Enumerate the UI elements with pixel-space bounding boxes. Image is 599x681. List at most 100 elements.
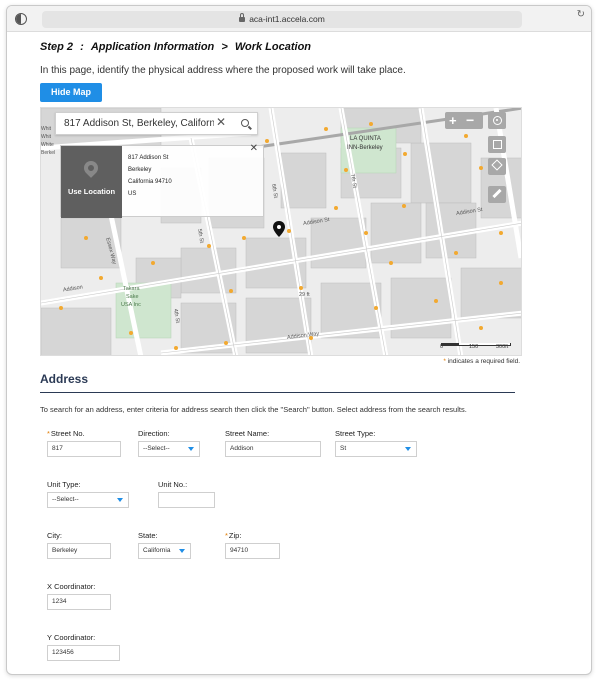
popup-address-line: California 94710 [128, 179, 172, 185]
direction-select[interactable]: --Select-- [138, 441, 200, 457]
street-type-label: Street Type: [335, 429, 376, 438]
chevron-down-icon [179, 549, 185, 553]
map-label-inn-berkeley: INN-Berkeley [347, 145, 383, 151]
city-input[interactable]: Berkeley [47, 543, 111, 559]
street-name-label: Street Name: [225, 429, 270, 438]
unit-type-label: Unit Type: [47, 480, 81, 489]
state-label: State: [138, 531, 158, 540]
address-search-hint: To search for an address, enter criteria… [40, 405, 467, 414]
zoom-in-button[interactable]: + [449, 112, 457, 129]
location-pin-icon [273, 221, 285, 237]
pin-icon [81, 158, 101, 178]
unit-no-label: Unit No.: [158, 480, 188, 489]
chevron-down-icon [117, 498, 123, 502]
street-no-field: *Street No. 817 [47, 429, 121, 457]
map-label-white-3: White [41, 142, 54, 148]
map-label-white-4: Berkel [41, 150, 56, 156]
unit-no-input[interactable] [158, 492, 215, 508]
x-coordinator-field: X Coordinator: 1234 [47, 582, 111, 610]
zip-field: *Zip: 94710 [225, 531, 280, 559]
basemap-icon [492, 140, 502, 149]
scale-label: 150 [469, 344, 479, 350]
map-search-box[interactable]: 817 Addison St, Berkeley, California ✕ [55, 112, 258, 135]
close-icon[interactable]: ✕ [250, 143, 258, 154]
street-no-input[interactable]: 817 [47, 441, 121, 457]
zip-input[interactable]: 94710 [225, 543, 280, 559]
chevron-down-icon [405, 447, 411, 451]
scale-label: 300ft [496, 344, 509, 350]
step-label: Step 2 [40, 41, 74, 53]
map-label-la-quinta: LA QUINTA [350, 136, 381, 142]
y-coordinator-input[interactable]: 123456 [47, 645, 120, 661]
page-instructions: In this page, identify the physical addr… [40, 65, 406, 76]
state-select[interactable]: California [138, 543, 191, 559]
direction-value: --Select-- [143, 445, 170, 452]
reload-icon[interactable]: ↻ [577, 9, 585, 20]
section-title: Address [40, 372, 89, 386]
x-coordinator-label: X Coordinator: [47, 582, 96, 591]
map-label-white-1: Whit [41, 126, 51, 132]
unit-type-field: Unit Type: --Select-- [47, 480, 129, 508]
use-location-button[interactable]: Use Location [61, 146, 122, 218]
page-content: Step 2 : Application Information > Work … [40, 34, 522, 664]
popup-address: 817 Addison St Berkeley California 94710… [128, 152, 172, 200]
page-title: Step 2 : Application Information > Work … [40, 41, 522, 53]
address-form: *Street No. 817 Direction: --Select-- St… [40, 414, 522, 664]
layers-button[interactable] [488, 158, 506, 175]
use-location-label: Use Location [67, 187, 116, 196]
address-bar[interactable]: aca-int1.accela.com [42, 11, 522, 28]
unit-type-value: --Select-- [52, 496, 79, 503]
locate-button[interactable] [488, 112, 506, 129]
popup-address-line: 817 Addison St [128, 155, 169, 161]
unit-type-select[interactable]: --Select-- [47, 492, 129, 508]
map-scale-bar: 0 150 300ft [440, 337, 515, 350]
map-view[interactable]: LA QUINTA INN-Berkeley Takara Sake USA I… [40, 107, 522, 356]
unit-no-field: Unit No.: [158, 480, 215, 508]
section-divider [40, 392, 515, 393]
locate-icon [492, 116, 502, 125]
street-no-label: Street No. [50, 429, 85, 438]
basemap-button[interactable] [488, 136, 506, 153]
city-label: City: [47, 531, 62, 540]
street-type-value: St [340, 445, 347, 452]
direction-field: Direction: --Select-- [138, 429, 200, 457]
layers-icon [491, 159, 503, 171]
required-asterisk: * [47, 429, 50, 438]
street-name-input[interactable]: Addison [225, 441, 321, 457]
chevron-down-icon [188, 447, 194, 451]
popup-address-line: US [128, 191, 137, 197]
x-coordinator-input[interactable]: 1234 [47, 594, 111, 610]
clear-icon[interactable]: ✕ [216, 115, 226, 129]
y-coordinator-label: Y Coordinator: [47, 633, 96, 642]
required-note-text: indicates a required field. [447, 358, 520, 365]
map-label-white-2: Whit [41, 134, 51, 140]
browser-window: aca-int1.accela.com ↻ Step 2 : Applicati… [6, 5, 592, 675]
scale-label: 0 [440, 344, 444, 350]
map-search-input[interactable]: 817 Addison St, Berkeley, California [64, 113, 214, 134]
state-field: State: California [138, 531, 191, 559]
map-label-takara-usa: USA Inc [121, 302, 141, 308]
pencil-icon [492, 188, 502, 199]
street-type-select[interactable]: St [335, 441, 417, 457]
street-name-field: Street Name: Addison [225, 429, 321, 457]
search-icon[interactable] [241, 119, 249, 127]
required-asterisk: * [225, 531, 228, 540]
breadcrumb-parent: Application Information [90, 41, 215, 53]
y-coordinator-field: Y Coordinator: 123456 [47, 633, 120, 661]
popup-address-line: Berkeley [128, 167, 152, 173]
measure-button[interactable] [488, 186, 506, 203]
zip-label: Zip: [228, 531, 242, 540]
map-label-29ft: 29 ft [299, 292, 310, 298]
zoom-controls: + − [445, 112, 483, 129]
street-type-field: Street Type: St [335, 429, 417, 457]
required-field-note: * indicates a required field. [40, 358, 520, 365]
map-label-takara: Takara [123, 286, 140, 292]
zoom-out-button[interactable]: − [466, 112, 474, 128]
url-text: aca-int1.accela.com [249, 14, 325, 24]
required-asterisk: * [443, 358, 446, 365]
map-label-sake: Sake [126, 294, 139, 300]
location-popup: Use Location 817 Addison St Berkeley Cal… [60, 143, 264, 218]
city-field: City: Berkeley [47, 531, 111, 559]
hide-map-button[interactable]: Hide Map [40, 83, 103, 102]
sidebar-toggle-icon[interactable] [15, 13, 27, 25]
